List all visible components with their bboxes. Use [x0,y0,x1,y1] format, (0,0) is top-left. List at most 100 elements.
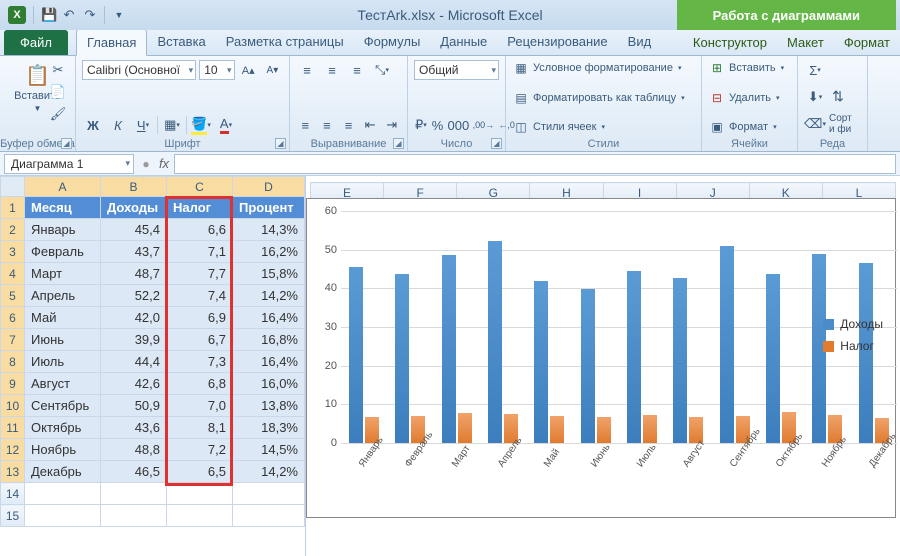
row-header-11[interactable]: 11 [1,417,25,439]
font-name-combo[interactable]: Calibri (Основної [82,60,196,80]
cell-A7[interactable]: Июнь [25,329,101,351]
select-all-corner[interactable] [1,177,25,197]
align-right-icon[interactable]: ≡ [339,115,358,135]
tab-Данные[interactable]: Данные [430,29,497,55]
cell-A12[interactable]: Ноябрь [25,439,101,461]
cell-C12[interactable]: 7,2 [167,439,233,461]
row-header-7[interactable]: 7 [1,329,25,351]
autosum-icon[interactable]: Σ▾ [804,60,826,80]
clear-icon[interactable]: ⌫▾ [804,114,826,134]
align-bottom-icon[interactable]: ≡ [346,60,368,80]
cell-C13[interactable]: 6,5 [167,461,233,483]
cell-A4[interactable]: Март [25,263,101,285]
cell-C9[interactable]: 6,8 [167,373,233,395]
cell-D9[interactable]: 16,0% [233,373,305,395]
cell-C7[interactable]: 6,7 [167,329,233,351]
cell-C5[interactable]: 7,4 [167,285,233,307]
format-painter-icon[interactable]: 🖌 [47,104,69,124]
row-header-2[interactable]: 2 [1,219,25,241]
cell-D5[interactable]: 14,2% [233,285,305,307]
conditional-formatting-button[interactable]: ▦Условное форматирование▾ [512,60,695,76]
qat-dropdown-icon[interactable]: ▼ [112,8,126,22]
row-header-13[interactable]: 13 [1,461,25,483]
cell-B13[interactable]: 46,5 [101,461,167,483]
tab-Вставка[interactable]: Вставка [147,29,215,55]
percent-icon[interactable]: % [431,115,445,135]
cell-D6[interactable]: 16,4% [233,307,305,329]
dialog-launcher-icon[interactable]: ◢ [275,138,286,149]
row-header-9[interactable]: 9 [1,373,25,395]
cell-D7[interactable]: 16,8% [233,329,305,351]
cell-C4[interactable]: 7,7 [167,263,233,285]
cell-C10[interactable]: 7,0 [167,395,233,417]
cell-D11[interactable]: 18,3% [233,417,305,439]
bar-series1[interactable] [442,255,456,443]
tab-Вид[interactable]: Вид [618,29,662,55]
bar-series1[interactable] [395,274,409,443]
spreadsheet-grid[interactable]: ABCD1МесяцДоходыНалогПроцент2Январь45,46… [0,176,306,556]
align-center-icon[interactable]: ≡ [318,115,337,135]
cell-D1[interactable]: Процент [233,197,305,219]
row-header-1[interactable]: 1 [1,197,25,219]
save-icon[interactable]: 💾 [41,8,55,22]
cell-B9[interactable]: 42,6 [101,373,167,395]
align-left-icon[interactable]: ≡ [296,115,315,135]
delete-cells-button[interactable]: ⊟Удалить▾ [708,90,791,106]
row-header-4[interactable]: 4 [1,263,25,285]
decrease-font-icon[interactable]: A▾ [262,60,283,80]
cell-C8[interactable]: 7,3 [167,351,233,373]
cell-B6[interactable]: 42,0 [101,307,167,329]
cell-A11[interactable]: Октябрь [25,417,101,439]
embedded-chart[interactable]: 0102030405060 [306,198,896,518]
fx-icon[interactable]: fx [154,156,174,171]
bar-series1[interactable] [673,278,687,443]
cell-A10[interactable]: Сентябрь [25,395,101,417]
cell-D12[interactable]: 14,5% [233,439,305,461]
dialog-launcher-icon[interactable]: ◢ [491,138,502,149]
row-header-12[interactable]: 12 [1,439,25,461]
cell-A2[interactable]: Январь [25,219,101,241]
font-size-combo[interactable]: 10 [199,60,234,80]
cell-D15[interactable] [233,505,305,527]
dialog-launcher-icon[interactable]: ◢ [393,138,404,149]
col-header-A[interactable]: A [25,177,101,197]
tab-Макет[interactable]: Макет [777,30,834,55]
comma-icon[interactable]: 000 [447,115,469,135]
orientation-icon[interactable]: ⤡▾ [371,60,393,80]
cell-A1[interactable]: Месяц [25,197,101,219]
number-format-combo[interactable]: Общий [414,60,499,80]
cell-B7[interactable]: 39,9 [101,329,167,351]
border-icon[interactable]: ▦▾ [161,115,183,135]
cell-D14[interactable] [233,483,305,505]
row-header-3[interactable]: 3 [1,241,25,263]
cell-D4[interactable]: 15,8% [233,263,305,285]
decrease-indent-icon[interactable]: ⇤ [361,115,380,135]
tab-Главная[interactable]: Главная [76,29,147,56]
cell-D3[interactable]: 16,2% [233,241,305,263]
fill-icon[interactable]: ⬇▾ [804,87,826,107]
cell-A3[interactable]: Февраль [25,241,101,263]
row-header-5[interactable]: 5 [1,285,25,307]
format-cells-button[interactable]: ▣Формат▾ [708,119,791,135]
bar-series1[interactable] [766,274,780,443]
cell-styles-button[interactable]: ◫Стили ячеек▾ [512,119,695,135]
copy-icon[interactable]: 📄 [47,82,69,102]
cell-D8[interactable]: 16,4% [233,351,305,373]
row-header-8[interactable]: 8 [1,351,25,373]
cell-B2[interactable]: 45,4 [101,219,167,241]
bar-series1[interactable] [488,241,502,443]
bar-series1[interactable] [349,267,363,443]
cell-A13[interactable]: Декабрь [25,461,101,483]
sort-filter-button[interactable]: ⇅ [829,88,847,106]
insert-cells-button[interactable]: ⊞Вставить▾ [708,60,791,76]
bold-icon[interactable]: Ж [82,115,104,135]
italic-icon[interactable]: К [107,115,129,135]
cancel-icon[interactable]: ● [138,157,154,171]
font-color-icon[interactable]: A▾ [215,115,237,135]
cell-A6[interactable]: Май [25,307,101,329]
currency-icon[interactable]: ₽▾ [414,115,428,135]
cell-A14[interactable] [25,483,101,505]
cell-A8[interactable]: Июль [25,351,101,373]
cell-A9[interactable]: Август [25,373,101,395]
cell-D2[interactable]: 14,3% [233,219,305,241]
